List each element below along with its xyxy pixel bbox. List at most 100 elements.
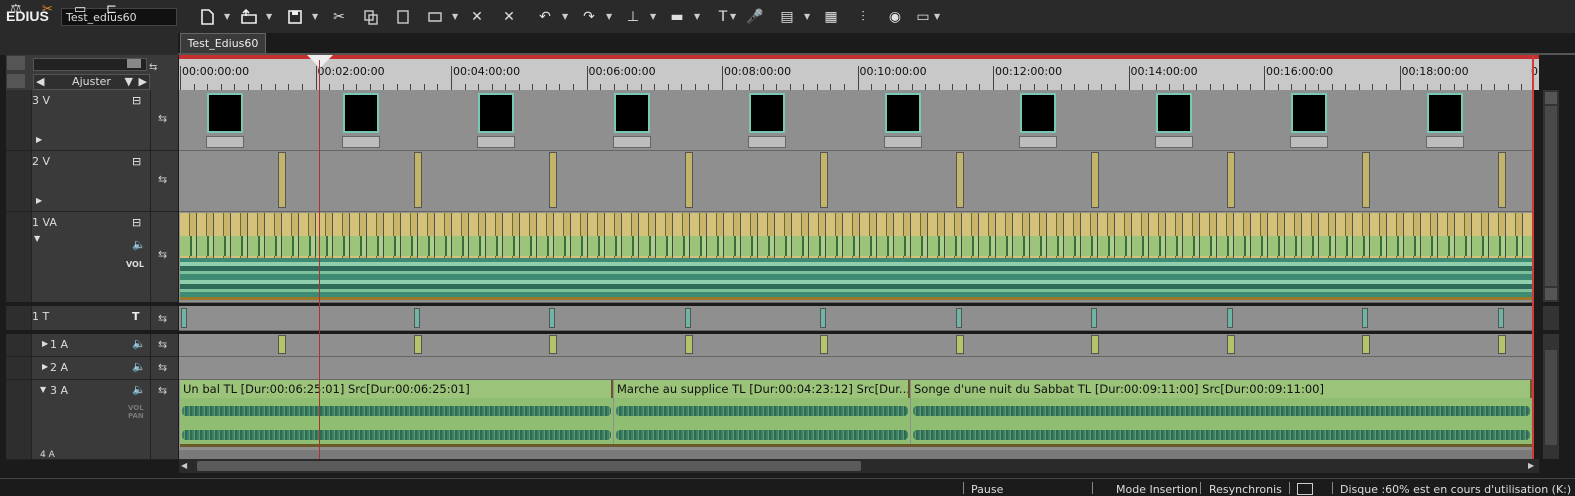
track-header-3a[interactable]: ▼ 3 A 🔈 VOL PAN ⇆ [6,380,178,451]
playhead-handle[interactable] [307,55,333,68]
transition-marker[interactable] [820,335,828,354]
new-icon[interactable] [196,7,218,27]
playhead[interactable] [319,60,320,459]
track-patch-icon[interactable]: ⇆ [158,312,167,325]
lane-2a[interactable] [179,357,1533,380]
audio-clip-title[interactable]: Un bal TL [Dur:00:06:25:01] Src[Dur:00:0… [180,380,613,398]
video-clip-footer[interactable] [1019,136,1057,148]
video-clip-thumbnail[interactable] [207,93,243,133]
redo-icon[interactable]: ↷ [578,7,600,27]
chevron-down-icon[interactable]: ▼ [266,12,272,21]
video-clip-footer[interactable] [477,136,515,148]
title-marker[interactable] [955,308,962,328]
tab-sequence[interactable]: Test_Edius60 [180,33,266,54]
track-header-4a[interactable]: 4 A [6,450,178,460]
chevron-right-icon[interactable]: ▶ [139,75,147,89]
transition-marker[interactable] [1226,152,1235,208]
scroll-right-icon[interactable]: ▶ [1528,461,1538,471]
transition-marker[interactable] [955,152,964,208]
chevron-right-icon[interactable]: ▶ [36,196,42,205]
voice-icon[interactable]: 🎤 [744,7,766,27]
transition-marker[interactable] [1091,335,1099,354]
track-patch-icon[interactable]: ⇆ [158,112,167,125]
chevron-down-icon[interactable]: ▼ [694,12,700,21]
vertical-scrollbar[interactable] [1543,306,1559,330]
track-header-1va[interactable]: 1 VA ⊟ 🔈 VOL ▼ ⇆ [6,212,178,303]
ripple-delete-icon[interactable]: ✕ [498,7,520,27]
transition-marker[interactable] [684,335,693,354]
speaker-icon[interactable]: 🔈 [132,238,146,251]
chevron-down-icon[interactable]: ▼ [650,12,656,21]
lane-3v[interactable] [179,90,1533,151]
mixer-icon[interactable]: ▬ [666,7,688,27]
lane-1t[interactable] [179,306,1533,331]
video-clip-footer[interactable] [1290,136,1328,148]
scroll-up-icon[interactable] [1545,92,1557,104]
video-clip-thumbnail[interactable] [478,93,514,133]
sync-icon[interactable]: ⚖ [10,2,30,20]
track-header-1t[interactable]: 1 T T ⇆ [6,306,178,331]
transition-marker[interactable] [278,335,286,354]
video-clip-thumbnail[interactable] [613,93,650,133]
transition-marker[interactable] [549,335,557,354]
track-header-2v[interactable]: 2 V ⊟ ▶ ⇆ [6,151,178,212]
track-patch-icon[interactable]: ⇆ [158,361,167,374]
chevron-right-icon[interactable]: ▶ [42,362,48,371]
copy-icon[interactable] [360,7,382,27]
vol-label[interactable]: VOL [126,260,144,269]
audio-clip-title[interactable]: Marche au supplice TL [Dur:00:04:23:12] … [614,380,910,398]
out-point-marker[interactable] [1532,55,1534,459]
video-clip-thumbnail[interactable] [1155,93,1192,133]
delete-icon[interactable]: ✕ [466,7,488,27]
track-patch-icon[interactable]: ⇆ [158,248,167,261]
chevron-down-icon[interactable]: ▼ [730,12,736,21]
transition-marker[interactable] [1226,335,1235,354]
paste-icon[interactable] [392,7,414,27]
title-marker[interactable] [1362,308,1368,328]
lock-icon[interactable] [7,74,25,88]
chevron-down-icon[interactable]: ▼ [452,12,458,21]
track-collapse-icon[interactable]: ⊟ [132,155,141,168]
track-collapse-icon[interactable]: ⊟ [132,94,141,107]
layout-icon[interactable]: ▦ [820,7,842,27]
edit-mode-status[interactable]: Mode Insertion [1116,483,1198,496]
save-icon[interactable] [284,7,306,27]
audio-waveform[interactable] [180,258,1532,298]
scroll-down-icon[interactable] [1545,288,1557,300]
vertical-scroll-thumb[interactable] [1545,106,1557,286]
chevron-down-icon[interactable]: ▼ [312,12,318,21]
transition-marker[interactable] [1362,335,1370,354]
transition-marker[interactable] [549,152,557,208]
video-clip-footer[interactable] [1425,136,1464,148]
lane-2v[interactable] [179,151,1533,212]
transition-marker[interactable] [820,152,828,208]
sync-status[interactable]: Resynchronis [1209,483,1282,496]
track-header-1a[interactable]: ▶ 1 A 🔈 ⇆ [6,334,178,357]
speaker-icon[interactable]: 🔈 [132,337,146,350]
transition-marker[interactable] [278,152,286,208]
transition-marker[interactable] [1091,152,1099,208]
scroll-left-icon[interactable]: ◀ [181,461,191,471]
video-clip-thumbnail[interactable] [1291,93,1327,133]
audio-mixer-icon[interactable]: ⫶ [852,7,874,27]
chevron-right-icon[interactable]: ▶ [42,339,48,348]
video-clip-footer[interactable] [883,136,922,148]
replace-icon[interactable] [424,7,446,27]
title-marker[interactable] [549,308,555,328]
render-icon[interactable]: ▤ [776,7,798,27]
transition-marker[interactable] [684,152,693,208]
video-clip-thumbnail[interactable] [1426,93,1463,133]
track-patch-icon[interactable]: ⇆ [158,173,167,186]
title-marker[interactable] [413,308,420,328]
title-marker[interactable] [181,308,187,328]
track-collapse-icon[interactable]: ⊟ [132,216,141,229]
video-clip-footer[interactable] [612,136,651,148]
vertical-scroll-thumb[interactable] [1545,350,1557,445]
track-patch-icon[interactable]: ⇆ [158,338,167,351]
track-header-3v[interactable]: 3 V ⊟ ▶ ⇆ [6,90,178,151]
transition-marker[interactable] [413,152,422,208]
transition-marker[interactable] [413,335,422,354]
chevron-down-icon[interactable]: ▼ [224,12,230,21]
title-track-icon[interactable]: T [132,310,140,323]
undo-icon[interactable]: ↶ [534,7,556,27]
